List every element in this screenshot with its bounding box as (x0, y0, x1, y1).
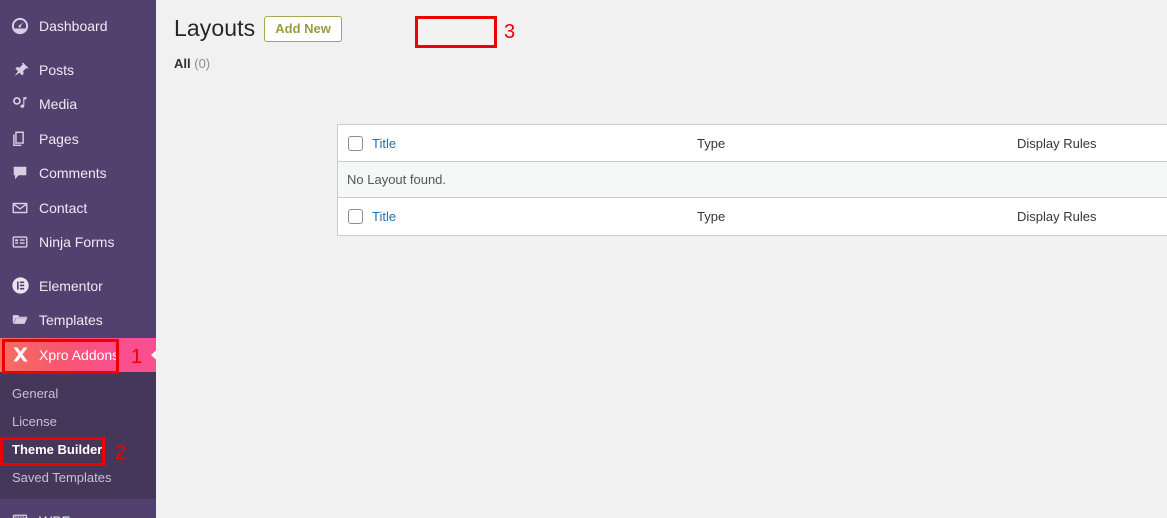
sidebar-subitem-general[interactable]: General (0, 380, 156, 408)
media-icon (10, 94, 30, 114)
sidebar-divider-1 (0, 44, 156, 53)
page-header: Layouts Add New (156, 0, 1167, 44)
folder-icon (10, 310, 30, 330)
filter-all-link[interactable]: All (174, 56, 191, 71)
sidebar-item-posts[interactable]: Posts (0, 53, 156, 88)
sidebar-item-label: Dashboard (39, 18, 108, 35)
select-all-checkbox[interactable] (347, 135, 363, 151)
layouts-list-table: Title Type Display Rules No Layout found… (337, 124, 1167, 236)
form-icon (10, 232, 30, 252)
sidebar-item-label: Pages (39, 130, 79, 147)
column-footer-type: Type (697, 209, 726, 224)
status-filter-list: All (0) (174, 56, 1167, 71)
column-footer-title[interactable]: Title (372, 209, 697, 224)
column-footer-display-rules: Display Rules (1017, 209, 1097, 224)
sidebar-item-label: Ninja Forms (39, 234, 115, 251)
select-all-cell (338, 135, 372, 151)
table-footer-row: Title Type Display Rules (338, 198, 1167, 235)
sidebar-subitem-saved-templates[interactable]: Saved Templates (0, 464, 156, 492)
sidebar-top-spacer (0, 0, 156, 9)
sidebar-subitem-label: General (12, 386, 59, 401)
sidebar-subitem-license[interactable]: License (0, 408, 156, 436)
column-header-display-rules: Display Rules (1017, 135, 1097, 151)
sidebar-item-comments[interactable]: Comments (0, 156, 156, 191)
dashboard-icon (10, 16, 30, 36)
sidebar-item-xpro-addons[interactable]: Xpro Addons (0, 337, 156, 372)
sidebar-item-elementor[interactable]: Elementor (0, 269, 156, 304)
admin-sidebar-menu: Dashboard Posts Media Pages Comments Con… (0, 0, 156, 518)
sidebar-divider-2 (0, 260, 156, 269)
pages-icon (10, 129, 30, 149)
sidebar-item-label: Contact (39, 199, 88, 216)
sidebar-item-label: Comments (39, 165, 107, 182)
wpforms-icon (10, 511, 30, 518)
select-all-checkbox-footer[interactable] (347, 209, 363, 224)
sidebar-item-label: Media (39, 96, 78, 113)
sidebar-item-label: Templates (39, 312, 103, 329)
add-new-button[interactable]: Add New (264, 15, 342, 43)
sidebar-submenu-xpro-addons: General License Theme Builder Saved Temp… (0, 371, 156, 499)
page-title: Layouts (174, 15, 256, 41)
sidebar-item-dashboard[interactable]: Dashboard (0, 9, 156, 44)
sidebar-item-contact[interactable]: Contact (0, 191, 156, 226)
sidebar-item-templates[interactable]: Templates (0, 303, 156, 338)
current-menu-arrow-icon (144, 338, 156, 372)
sidebar-subitem-label: Theme Builder (12, 442, 103, 457)
filter-all-count: (0) (194, 55, 211, 71)
elementor-icon (10, 276, 30, 296)
column-header-type: Type (697, 135, 726, 151)
sidebar-subitem-theme-builder[interactable]: Theme Builder (0, 436, 156, 464)
sidebar-subitem-label: Saved Templates (12, 470, 112, 485)
sidebar-item-label: Posts (39, 61, 75, 78)
empty-message: No Layout found. (347, 172, 447, 187)
envelope-icon (10, 198, 30, 218)
sidebar-item-label: Elementor (39, 277, 103, 294)
pin-icon (10, 60, 30, 80)
main-content-area: Layouts Add New All (0) Title Type Displ… (156, 0, 1167, 518)
sidebar-item-pages[interactable]: Pages (0, 122, 156, 157)
table-header-row: Title Type Display Rules (338, 125, 1167, 162)
wp-admin-screen: Dashboard Posts Media Pages Comments Con… (0, 0, 1167, 518)
sidebar-subitem-label: License (12, 414, 57, 429)
sidebar-item-label: Xpro Addons (39, 346, 120, 363)
table-empty-row: No Layout found. (338, 162, 1167, 198)
select-all-footer-cell (338, 209, 372, 224)
column-header-title[interactable]: Title (372, 136, 697, 151)
comment-icon (10, 163, 30, 183)
xpro-x-icon (10, 345, 30, 365)
sidebar-item-media[interactable]: Media (0, 87, 156, 122)
sidebar-item-label: WPForms (39, 514, 101, 518)
sidebar-item-wpforms[interactable]: WPForms (0, 504, 156, 518)
sidebar-item-ninja-forms[interactable]: Ninja Forms (0, 225, 156, 260)
